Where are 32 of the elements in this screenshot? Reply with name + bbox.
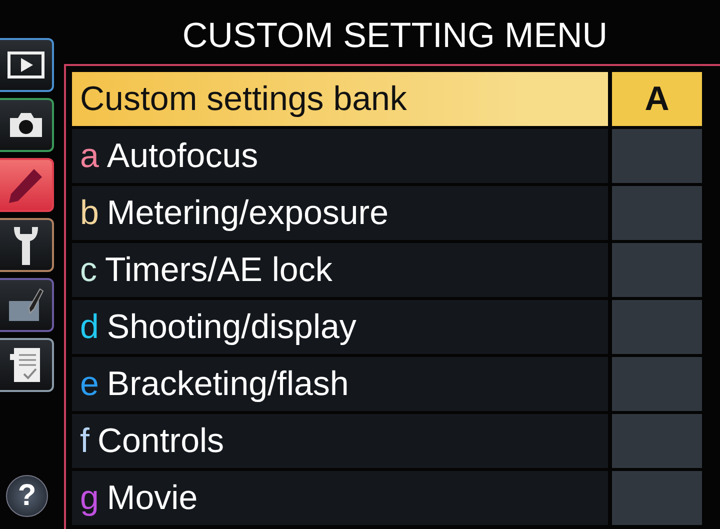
menu-item[interactable]: f Controls [72, 414, 608, 468]
item-label: Controls [97, 422, 224, 460]
item-label: Movie [106, 478, 198, 518]
menu-item[interactable]: a Autofocus [72, 129, 608, 183]
item-value: A [612, 72, 702, 126]
item-label: Autofocus [106, 136, 258, 176]
menu-tab[interactable] [0, 218, 54, 272]
item-label: Custom settings bank [80, 80, 407, 118]
brush-icon [6, 287, 46, 323]
item-letter: a [80, 136, 99, 176]
item-label: Metering/exposure [106, 194, 389, 232]
menu-item[interactable]: b Metering/exposure [72, 186, 608, 240]
menu-tab[interactable] [0, 38, 54, 92]
item-letter: c [80, 250, 97, 290]
menu-item[interactable]: c Timers/AE lock [72, 243, 608, 297]
item-label: Timers/AE lock [105, 250, 332, 290]
menu-item[interactable]: g Movie [72, 471, 608, 525]
item-letter: d [80, 308, 99, 346]
help-button[interactable]: ? [6, 475, 48, 517]
item-label: Shooting/display [106, 308, 356, 346]
item-letter: b [80, 194, 99, 232]
item-letter: g [80, 478, 99, 518]
menu-title: CUSTOM SETTING MENU [181, 15, 609, 57]
item-label: Bracketing/flash [106, 364, 349, 404]
menu-item[interactable]: e Bracketing/flash [72, 357, 608, 411]
menu-tab[interactable] [0, 338, 54, 392]
menu-item[interactable]: Custom settings bank [72, 72, 608, 126]
menu-item[interactable]: d Shooting/display [72, 300, 608, 354]
item-letter: e [80, 364, 99, 404]
item-letter: f [80, 422, 90, 460]
menu-tab[interactable] [0, 98, 54, 152]
play-icon [7, 51, 45, 79]
